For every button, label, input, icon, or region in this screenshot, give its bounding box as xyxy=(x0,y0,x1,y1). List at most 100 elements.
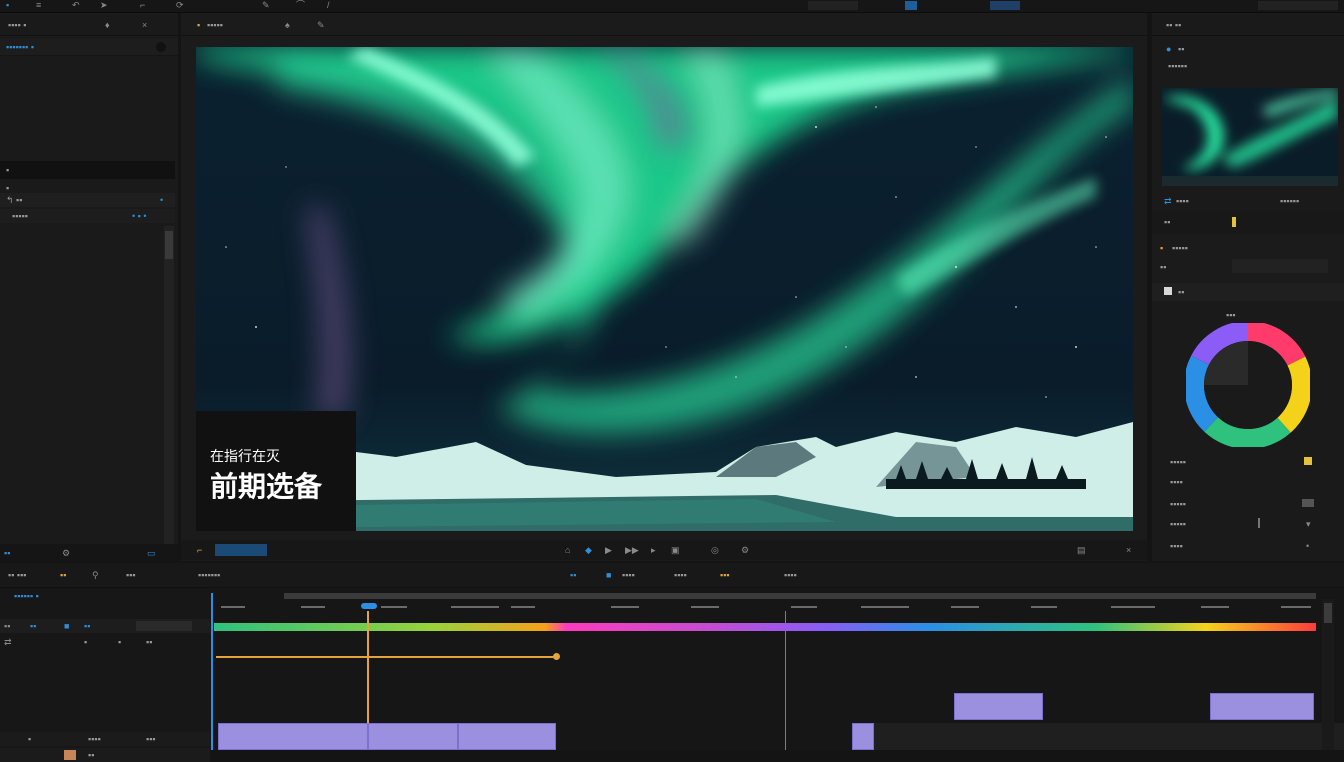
effects-label: ▪▪▪▪▪ xyxy=(1172,243,1188,253)
pen-icon[interactable]: ✎ xyxy=(317,20,325,30)
track-lock-icon[interactable]: ▪▪ xyxy=(30,621,36,631)
lower-third-overlay[interactable]: 在指行在灭 前期选备 xyxy=(196,411,356,531)
close-icon[interactable]: × xyxy=(142,20,147,30)
thumbnail[interactable] xyxy=(1162,88,1338,186)
folder-row[interactable]: ▪▪▪▪▪ • ▪ • xyxy=(0,209,175,223)
effect-dropdown[interactable] xyxy=(1232,259,1328,273)
clip-color-swatch[interactable] xyxy=(64,750,76,760)
new-bin-icon[interactable]: ▭ xyxy=(147,548,156,558)
project-row[interactable]: ▪▪▪▪▪▪▪ ▪ xyxy=(0,39,178,56)
step-back-icon[interactable]: ◆ xyxy=(585,545,592,555)
timeline-clip[interactable] xyxy=(1210,693,1314,720)
wheel-label: ▪▪▪ xyxy=(1226,310,1236,320)
thumb-label-right: ▪▪▪▪▪▪ xyxy=(1280,196,1300,206)
track-a2-header[interactable]: ▪▪ xyxy=(0,748,210,762)
marker-icon[interactable]: ■ xyxy=(606,570,611,580)
render-label[interactable]: ▪▪▪ xyxy=(720,570,730,580)
marker-line xyxy=(785,611,786,750)
param-arrow-icon[interactable]: ▾ xyxy=(1306,519,1311,529)
inspector-tab[interactable]: ▪▪ ▪▪ xyxy=(1166,20,1181,30)
track-a1-header[interactable]: ▪ ▪▪▪▪ ▪▪▪ xyxy=(0,732,210,746)
work-area-bar[interactable] xyxy=(284,593,1316,599)
timeline-clip[interactable] xyxy=(458,723,556,750)
workspace-selector[interactable] xyxy=(808,1,858,10)
menu-icon[interactable]: ≡ xyxy=(36,0,41,10)
playhead-icon[interactable]: ⌐ xyxy=(197,545,202,555)
mode-label[interactable]: ▪▪▪▪ xyxy=(622,570,635,580)
layout-toggle[interactable] xyxy=(905,1,917,10)
search-field[interactable] xyxy=(1258,1,1338,10)
fullscreen-icon[interactable]: ▤ xyxy=(1077,545,1086,555)
crop-icon[interactable]: ⌐ xyxy=(140,0,145,10)
lock-icon[interactable]: ♠ xyxy=(285,20,290,30)
bin-subitem[interactable]: ▪ xyxy=(6,183,9,193)
cursor-icon[interactable]: ➤ xyxy=(100,0,108,10)
color-section-header: ▪▪ xyxy=(1152,283,1344,301)
play-icon[interactable]: ▶ xyxy=(605,545,612,555)
monitor-tab[interactable]: ▪▪▪▪▪ xyxy=(207,20,223,30)
param-dot-icon[interactable]: • xyxy=(1306,541,1309,551)
color-checkbox[interactable] xyxy=(1164,287,1172,295)
speed-slider[interactable] xyxy=(1232,217,1236,227)
camera-icon[interactable]: ◎ xyxy=(711,545,719,555)
keyframe-point[interactable] xyxy=(553,653,560,660)
pin-icon[interactable]: ♦ xyxy=(105,20,110,30)
empty-track-area[interactable] xyxy=(874,723,1344,750)
link-icon[interactable]: ⇄ xyxy=(1164,196,1172,206)
zoom-label[interactable]: ▪▪▪▪ xyxy=(784,570,797,580)
info-icon: ● xyxy=(1166,44,1172,54)
timeline-tab[interactable]: ▪▪ ▪▪▪ xyxy=(8,570,26,580)
param-toggle[interactable] xyxy=(1302,499,1314,507)
link-icon[interactable]: ⚲ xyxy=(92,570,99,580)
list-view-icon[interactable]: ▪▪ xyxy=(4,548,10,558)
track-v-header[interactable]: ▪▪ ▪▪ ■ ▪▪ xyxy=(0,619,210,633)
pencil-icon[interactable]: / xyxy=(327,0,330,10)
snap-icon[interactable]: ▪▪ xyxy=(60,570,66,580)
sync-button[interactable] xyxy=(990,1,1020,10)
scrollbar-thumb[interactable] xyxy=(165,231,173,259)
brush-icon[interactable]: ⌒ xyxy=(296,0,305,10)
folder-row[interactable]: ↰ ▪▪ • xyxy=(0,193,175,207)
timeline-start-line xyxy=(211,593,213,750)
mark-in-icon[interactable]: ⌂ xyxy=(565,545,570,555)
color-grade-bar[interactable] xyxy=(214,623,1316,631)
pen-icon[interactable]: ✎ xyxy=(262,0,270,10)
close-icon[interactable]: × xyxy=(1126,545,1131,555)
timeline-scrollbar-thumb[interactable] xyxy=(1324,603,1332,623)
thumb-label-left: ▪▪▪▪ xyxy=(1176,196,1189,206)
track-expand-icon[interactable]: ⇄ xyxy=(4,637,12,647)
timeline-clip[interactable] xyxy=(218,723,368,750)
mark-out-icon[interactable]: ▸ xyxy=(651,545,656,555)
keyframe-line xyxy=(216,656,556,658)
view-label[interactable]: ▪▪▪▪ xyxy=(674,570,687,580)
timeline-clip[interactable] xyxy=(852,723,874,750)
timecode-field[interactable] xyxy=(215,544,267,556)
track-a-label: ▪ xyxy=(84,637,88,647)
param-slider[interactable] xyxy=(1258,518,1260,528)
ripple-icon[interactable]: ▪▪ xyxy=(570,570,576,580)
step-forward-icon[interactable]: ▶▶ xyxy=(625,545,639,555)
speed-row: ▪▪ xyxy=(1152,211,1344,233)
param-swatch[interactable] xyxy=(1304,457,1312,465)
timeline-clip[interactable] xyxy=(368,723,458,750)
export-icon[interactable]: ▣ xyxy=(671,545,680,555)
speed-label: ▪▪ xyxy=(1164,217,1171,227)
toggle-icon[interactable] xyxy=(156,42,166,52)
settings-icon[interactable]: ⚙ xyxy=(62,548,70,558)
time-ruler[interactable] xyxy=(211,603,1321,615)
track-icon: ▪▪ xyxy=(4,621,11,631)
panel-tab[interactable]: ▪▪▪▪ ▪ xyxy=(8,20,26,30)
track-eye-icon[interactable]: ■ xyxy=(64,621,69,631)
timecode-display[interactable]: ▪▪▪▪▪▪ ▪ xyxy=(14,591,39,601)
undo-icon[interactable]: ↶ xyxy=(72,0,80,10)
settings-icon[interactable]: ⚙ xyxy=(741,545,749,555)
sequence-label[interactable]: ▪▪▪ xyxy=(126,570,136,580)
app-icon[interactable]: ▪ xyxy=(6,0,9,10)
ruler-ticks xyxy=(221,603,1311,609)
track-name-field[interactable] xyxy=(136,621,192,631)
timeline-clip[interactable] xyxy=(954,693,1043,720)
scrollbar[interactable] xyxy=(164,226,174,546)
monitor-icon: ▪ xyxy=(197,20,201,30)
color-wheel[interactable] xyxy=(1184,321,1312,449)
rotate-icon[interactable]: ⟳ xyxy=(176,0,184,10)
